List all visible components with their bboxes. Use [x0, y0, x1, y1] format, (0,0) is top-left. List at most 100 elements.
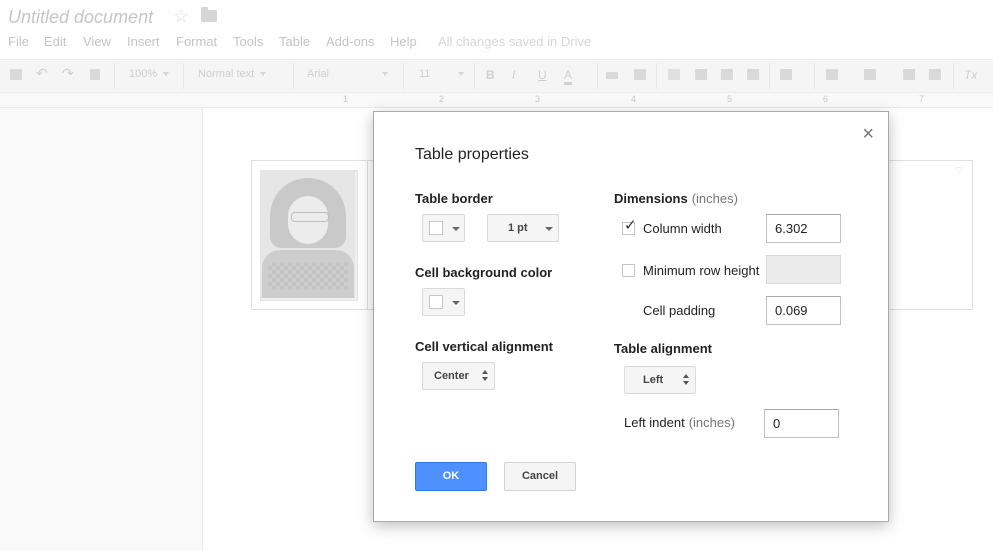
cell-background-button[interactable]: [422, 288, 465, 316]
toolbar-divider: [597, 63, 598, 89]
bold-icon[interactable]: B: [486, 68, 495, 82]
vertical-alignment-select[interactable]: Center: [422, 362, 495, 390]
table-alignment-value: Left: [643, 374, 664, 386]
toolbar-divider: [183, 63, 184, 89]
left-indent-input[interactable]: [764, 409, 839, 438]
cell-padding-input[interactable]: [766, 296, 841, 325]
ruler-mark: 6: [823, 94, 829, 104]
toolbar-divider: [474, 63, 475, 89]
ruler: 1 2 3 4 5 6 7: [0, 93, 993, 108]
up-down-arrows-icon: [683, 374, 689, 386]
menu-help[interactable]: Help: [390, 34, 417, 49]
min-row-height-checkbox[interactable]: [622, 264, 635, 277]
menu-insert[interactable]: Insert: [127, 34, 160, 49]
menu-view[interactable]: View: [83, 34, 111, 49]
align-justify-icon[interactable]: [747, 69, 759, 80]
dimensions-label: Dimensions (inches): [614, 191, 738, 206]
toolbar-divider: [814, 63, 815, 89]
dimensions-unit: (inches): [691, 191, 738, 206]
table-properties-dialog: × Table properties Table border 1 pt Cel…: [373, 111, 889, 522]
print-icon[interactable]: [10, 69, 22, 80]
dimensions-title: Dimensions: [614, 191, 688, 206]
folder-icon[interactable]: [201, 7, 217, 22]
menu-table[interactable]: Table: [279, 34, 310, 49]
toolbar-divider: [769, 63, 770, 89]
border-width-select[interactable]: 1 pt: [487, 214, 559, 242]
line-spacing-icon[interactable]: [780, 69, 792, 80]
left-indent-label: Left indent (inches): [624, 415, 735, 430]
menu-edit[interactable]: Edit: [44, 34, 66, 49]
toolbar-divider: [403, 63, 404, 89]
chevron-down-icon: [452, 301, 460, 305]
align-center-icon[interactable]: [695, 69, 707, 80]
table-border-label: Table border: [415, 191, 493, 206]
font-size-arrow[interactable]: [452, 68, 464, 80]
link-icon[interactable]: [606, 72, 618, 79]
cell-background-swatch: [429, 295, 443, 309]
border-width-value: 1 pt: [508, 222, 528, 234]
font-select-arrow[interactable]: [376, 68, 388, 80]
cell-vertical-alignment-label: Cell vertical alignment: [415, 339, 553, 354]
toolbar-divider: [114, 63, 115, 89]
ruler-mark: 2: [439, 94, 445, 104]
photo-sweater-pattern: [268, 262, 348, 290]
border-color-button[interactable]: [422, 214, 465, 242]
checkmark-icon: ✓: [624, 217, 637, 234]
style-select[interactable]: Normal text: [198, 68, 266, 80]
font-size-select[interactable]: 11: [419, 68, 430, 80]
table-dropdown-icon[interactable]: ▽: [955, 165, 962, 176]
table-alignment-label: Table alignment: [614, 341, 712, 356]
column-width-checkbox[interactable]: ✓: [622, 218, 637, 235]
decrease-indent-icon[interactable]: [903, 69, 915, 80]
ok-button[interactable]: OK: [415, 462, 487, 491]
document-title[interactable]: Untitled document: [8, 7, 153, 28]
align-right-icon[interactable]: [721, 69, 733, 80]
min-row-height-label: Minimum row height: [643, 263, 760, 278]
bulleted-list-icon[interactable]: [864, 69, 876, 80]
paint-format-icon[interactable]: [90, 69, 100, 80]
chevron-down-icon: [452, 227, 460, 231]
menu-format[interactable]: Format: [176, 34, 217, 49]
portrait-photo[interactable]: [260, 170, 355, 298]
comment-icon[interactable]: [634, 69, 646, 80]
column-width-label: Column width: [643, 221, 722, 236]
ruler-mark: 4: [631, 94, 637, 104]
dialog-title: Table properties: [415, 146, 529, 163]
increase-indent-icon[interactable]: [929, 69, 941, 80]
redo-icon[interactable]: ↷: [62, 65, 74, 82]
text-color-icon[interactable]: A: [564, 68, 573, 85]
close-icon[interactable]: ×: [862, 124, 874, 144]
border-color-swatch: [429, 221, 443, 235]
underline-icon[interactable]: U: [538, 68, 547, 82]
undo-icon[interactable]: ↶: [36, 65, 48, 82]
ruler-mark: 7: [919, 94, 925, 104]
cancel-button[interactable]: Cancel: [504, 462, 576, 491]
menu-file[interactable]: File: [8, 34, 29, 49]
toolbar-divider: [293, 63, 294, 89]
column-width-input[interactable]: [766, 214, 841, 243]
chevron-down-icon: [545, 227, 553, 231]
toolbar-divider: [953, 63, 954, 89]
font-select[interactable]: Arial: [307, 68, 329, 80]
italic-icon[interactable]: I: [512, 68, 515, 82]
cell-background-label: Cell background color: [415, 265, 553, 280]
ruler-mark: 5: [727, 94, 733, 104]
menu-tools[interactable]: Tools: [233, 34, 263, 49]
zoom-select[interactable]: 100%: [129, 68, 169, 80]
ruler-mark: 1: [343, 94, 349, 104]
left-indent-title: Left indent: [624, 415, 685, 430]
star-icon[interactable]: ☆: [173, 6, 189, 27]
clear-formatting-icon[interactable]: Tx: [964, 68, 977, 82]
menu-addons[interactable]: Add-ons: [326, 34, 374, 49]
toolbar: ↶ ↷ 100% Normal text Arial 11 B I U A Tx: [0, 59, 993, 93]
numbered-list-icon[interactable]: [826, 69, 838, 80]
save-status: All changes saved in Drive: [438, 34, 592, 49]
photo-glasses: [291, 212, 329, 222]
left-indent-unit: (inches): [688, 415, 735, 430]
cell-padding-label: Cell padding: [643, 303, 716, 318]
min-row-height-input[interactable]: [766, 255, 841, 284]
align-left-icon[interactable]: [668, 69, 680, 80]
left-gutter: [0, 108, 203, 551]
vertical-alignment-value: Center: [434, 370, 469, 382]
table-alignment-select[interactable]: Left: [624, 366, 696, 394]
